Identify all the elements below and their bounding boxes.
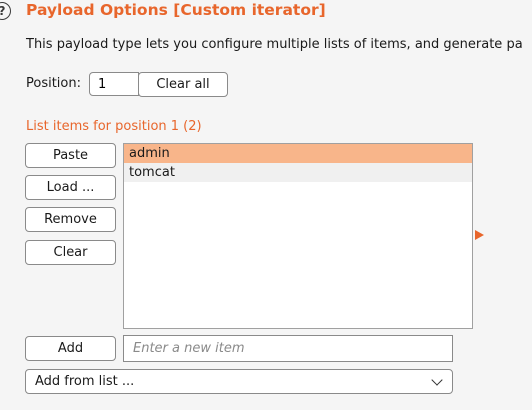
remove-button[interactable]: Remove [25, 207, 116, 232]
list-items-label: List items for position 1 (2) [26, 119, 202, 134]
paste-button[interactable]: Paste [25, 143, 116, 168]
clear-button[interactable]: Clear [25, 240, 116, 265]
list-item[interactable]: tomcat [124, 163, 472, 182]
section-description: This payload type lets you configure mul… [26, 37, 523, 52]
new-item-input[interactable] [123, 335, 453, 362]
section-title: Payload Options [Custom iterator] [26, 1, 326, 19]
add-from-list-label: Add from list ... [35, 374, 135, 389]
chevron-down-icon [431, 373, 443, 386]
add-button[interactable]: Add [25, 336, 116, 361]
payload-list[interactable]: admin tomcat [123, 143, 473, 329]
expand-arrow-icon[interactable] [475, 230, 484, 240]
position-select[interactable] [89, 72, 139, 96]
help-icon[interactable]: ? [0, 2, 11, 20]
load-button[interactable]: Load ... [25, 175, 116, 200]
add-from-list-dropdown[interactable]: Add from list ... [25, 369, 453, 394]
clear-all-button[interactable]: Clear all [138, 72, 228, 97]
list-item[interactable]: admin [124, 144, 472, 163]
position-label: Position: [26, 76, 81, 91]
